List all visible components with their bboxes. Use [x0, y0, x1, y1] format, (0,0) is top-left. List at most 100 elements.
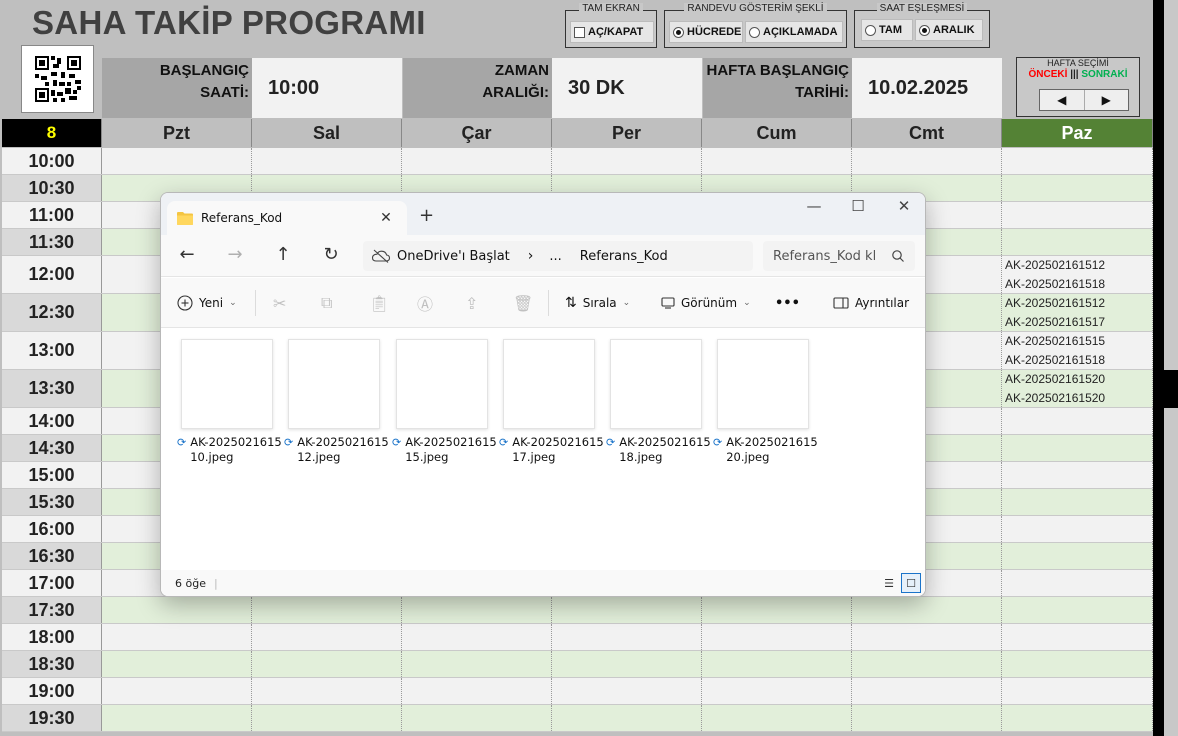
schedule-cell[interactable]: [852, 624, 1002, 650]
schedule-cell[interactable]: [102, 678, 252, 704]
schedule-cell[interactable]: [852, 651, 1002, 677]
schedule-cell[interactable]: [1002, 597, 1153, 623]
file-item[interactable]: ⟳ AK-2025021615 12.jpeg: [284, 339, 389, 465]
breadcrumb-onedrive[interactable]: OneDrive'ı Başlat: [397, 249, 510, 264]
week-start-value[interactable]: 10.02.2025: [852, 58, 1002, 118]
file-item[interactable]: ⟳ AK-2025021615 17.jpeg: [499, 339, 604, 465]
schedule-cell[interactable]: [852, 597, 1002, 623]
schedule-cell[interactable]: [252, 705, 402, 731]
schedule-cell[interactable]: AK-202502161512 AK-202502161517: [1002, 294, 1153, 331]
fullscreen-checkbox[interactable]: AÇ/KAPAT: [570, 21, 654, 43]
breadcrumb-more[interactable]: ...: [549, 249, 561, 264]
schedule-cell[interactable]: [552, 148, 702, 174]
schedule-cell[interactable]: AK-202502161520 AK-202502161520: [1002, 370, 1153, 407]
next-week-button[interactable]: ▶: [1083, 90, 1129, 110]
tab-referans-kod[interactable]: Referans_Kod ✕: [167, 201, 407, 235]
schedule-cell[interactable]: [552, 651, 702, 677]
paste-icon[interactable]: 📋︎: [369, 278, 389, 328]
details-button[interactable]: Ayrıntılar: [833, 278, 909, 328]
schedule-cell[interactable]: [252, 624, 402, 650]
rename-icon[interactable]: Ⓐ: [417, 278, 433, 328]
time-match-option-range[interactable]: ARALIK: [915, 19, 983, 41]
schedule-cell[interactable]: [1002, 543, 1153, 569]
schedule-cell[interactable]: [252, 678, 402, 704]
schedule-cell[interactable]: [102, 705, 252, 731]
schedule-cell[interactable]: [1002, 229, 1153, 255]
schedule-cell[interactable]: [702, 651, 852, 677]
schedule-cell[interactable]: [852, 678, 1002, 704]
more-options-button[interactable]: •••: [775, 278, 800, 328]
schedule-cell[interactable]: [552, 678, 702, 704]
schedule-cell[interactable]: [252, 597, 402, 623]
schedule-cell[interactable]: [1002, 624, 1153, 650]
forward-arrow-icon[interactable]: →: [223, 244, 247, 268]
schedule-cell[interactable]: [702, 678, 852, 704]
schedule-cell[interactable]: AK-202502161515 AK-202502161518: [1002, 332, 1153, 369]
schedule-cell[interactable]: [252, 651, 402, 677]
schedule-cell[interactable]: [102, 624, 252, 650]
schedule-cell[interactable]: [1002, 489, 1153, 515]
schedule-cell[interactable]: [102, 651, 252, 677]
copy-icon[interactable]: ⧉: [321, 278, 332, 328]
schedule-cell[interactable]: [702, 705, 852, 731]
schedule-cell[interactable]: AK-202502161512 AK-202502161518: [1002, 256, 1153, 293]
file-item[interactable]: ⟳ AK-2025021615 18.jpeg: [606, 339, 711, 465]
cut-icon[interactable]: ✂: [273, 278, 286, 328]
breadcrumb-referans-kod[interactable]: Referans_Kod: [580, 249, 668, 264]
view-button[interactable]: Görünüm ⌄: [661, 278, 751, 328]
close-window-button[interactable]: ✕: [889, 197, 919, 215]
minimize-button[interactable]: —: [799, 197, 829, 215]
schedule-cell[interactable]: [402, 705, 552, 731]
next-week-link[interactable]: SONRAKİ: [1081, 69, 1127, 80]
schedule-cell[interactable]: [552, 597, 702, 623]
new-button[interactable]: Yeni ⌄: [177, 278, 237, 328]
thumbnail-view-button[interactable]: ☐: [901, 573, 921, 593]
up-arrow-icon[interactable]: ↑: [271, 244, 295, 268]
previous-week-button[interactable]: ◀: [1040, 90, 1084, 110]
schedule-cell[interactable]: [1002, 678, 1153, 704]
schedule-cell[interactable]: [702, 148, 852, 174]
schedule-cell[interactable]: [402, 651, 552, 677]
new-tab-button[interactable]: +: [419, 205, 434, 226]
schedule-cell[interactable]: [1002, 408, 1153, 434]
schedule-cell[interactable]: [1002, 516, 1153, 542]
schedule-cell[interactable]: [1002, 570, 1153, 596]
schedule-cell[interactable]: [702, 624, 852, 650]
schedule-cell[interactable]: [102, 148, 252, 174]
scroll-thumb[interactable]: [1164, 370, 1178, 408]
schedule-cell[interactable]: [1002, 175, 1153, 201]
display-mode-option-comment[interactable]: AÇIKLAMADA: [745, 21, 843, 43]
schedule-cell[interactable]: [702, 597, 852, 623]
refresh-icon[interactable]: ↻: [319, 244, 343, 268]
interval-value[interactable]: 30 DK: [552, 58, 702, 118]
schedule-cell[interactable]: [1002, 202, 1153, 228]
schedule-cell[interactable]: [1002, 651, 1153, 677]
schedule-cell[interactable]: [402, 148, 552, 174]
schedule-cell[interactable]: [852, 148, 1002, 174]
back-arrow-icon[interactable]: ←: [175, 244, 199, 268]
schedule-cell[interactable]: [402, 624, 552, 650]
schedule-cell[interactable]: [402, 678, 552, 704]
address-bar[interactable]: OneDrive'ı Başlat › ... Referans_Kod: [363, 241, 753, 271]
schedule-cell[interactable]: [102, 597, 252, 623]
display-mode-option-cell[interactable]: HÜCREDE: [669, 21, 743, 43]
details-view-button[interactable]: ☰: [879, 573, 899, 593]
share-icon[interactable]: ⇪: [465, 278, 478, 328]
search-box[interactable]: Referans_Kod kl: [763, 241, 915, 271]
schedule-cell[interactable]: [1002, 705, 1153, 731]
schedule-cell[interactable]: [402, 597, 552, 623]
previous-week-link[interactable]: ÖNCEKİ: [1029, 69, 1068, 80]
schedule-cell[interactable]: [252, 148, 402, 174]
start-time-value[interactable]: 10:00: [252, 58, 402, 118]
file-item[interactable]: ⟳ AK-2025021615 20.jpeg: [713, 339, 818, 465]
maximize-button[interactable]: ☐: [843, 197, 873, 215]
close-tab-icon[interactable]: ✕: [375, 210, 397, 226]
schedule-cell[interactable]: [1002, 435, 1153, 461]
schedule-cell[interactable]: [1002, 148, 1153, 174]
vertical-scrollbar[interactable]: [1164, 0, 1178, 736]
file-item[interactable]: ⟳ AK-2025021615 10.jpeg: [177, 339, 282, 465]
schedule-cell[interactable]: [1002, 462, 1153, 488]
file-item[interactable]: ⟳ AK-2025021615 15.jpeg: [392, 339, 497, 465]
time-match-option-exact[interactable]: TAM: [861, 19, 913, 41]
schedule-cell[interactable]: [552, 705, 702, 731]
